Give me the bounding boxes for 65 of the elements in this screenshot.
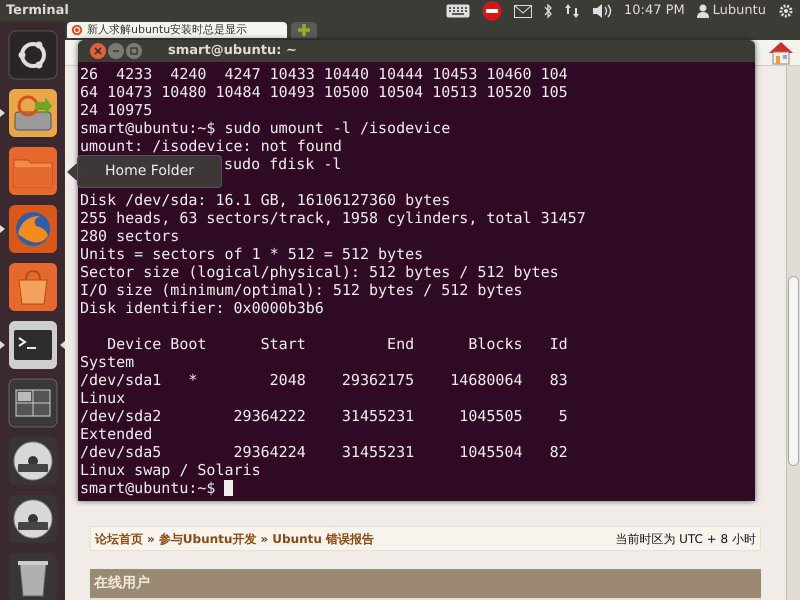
terminal-line: 26 4233 4240 4247 10433 10440 10444 10453 10460 104 xyxy=(80,65,568,83)
terminal-line: /dev/sda1 * 2048 29362175 14680064 83 xyxy=(80,371,568,389)
terminal-line: sudo fdisk -l xyxy=(224,155,342,173)
terminal-line: Disk /dev/sda: 16.1 GB, 16106127360 bytes xyxy=(80,191,450,209)
shopping-bag-icon[interactable] xyxy=(8,262,58,312)
tooltip-pointer-icon xyxy=(66,162,77,180)
keyboard-icon[interactable] xyxy=(446,4,470,18)
terminal-line: Device Boot Start End Blocks Id xyxy=(106,335,568,353)
breadcrumb-separator: » xyxy=(260,530,268,548)
terminal-line: umount: /isodevice: not found xyxy=(80,137,342,155)
envelope-icon[interactable] xyxy=(514,4,532,18)
breadcrumb-separator: » xyxy=(147,530,155,548)
terminal-line: 280 sectors xyxy=(80,227,180,245)
terminal-line: /dev/sda2 29364222 31455231 1045505 5 xyxy=(80,407,568,425)
no-entry-icon[interactable] xyxy=(482,1,502,21)
section-header: 在线用户 xyxy=(90,569,761,598)
terminal-line: 64 10473 10480 10484 10493 10500 10504 10513 10520 105 xyxy=(80,83,568,101)
timezone-text: 当前时区为 UTC + 8 小时 xyxy=(615,530,756,548)
ubuntu-logo-icon xyxy=(71,24,83,36)
terminal-line: smart@ubuntu:~$ sudo umount -l /isodevice xyxy=(80,119,450,137)
home-icon[interactable] xyxy=(768,40,794,64)
ubuntu-logo-icon[interactable] xyxy=(8,30,58,80)
volume-icon[interactable] xyxy=(592,3,612,19)
terminal-line: 255 heads, 63 sectors/track, 1958 cylinders, total 31457 xyxy=(80,209,586,227)
globe-fox-icon[interactable] xyxy=(8,204,58,254)
terminal-line: smart@ubuntu:~$ xyxy=(80,479,216,497)
maximize-icon xyxy=(130,47,138,55)
folder-icon[interactable] xyxy=(8,146,58,196)
minimize-button[interactable] xyxy=(108,43,124,59)
text-cursor xyxy=(224,480,234,496)
terminal-line: Sector size (logical/physical): 512 bytes / 512 bytes xyxy=(80,263,559,281)
scroll-thumb[interactable] xyxy=(788,276,799,466)
terminal-line: Extended xyxy=(80,425,152,443)
user-icon[interactable] xyxy=(696,4,709,18)
user-name[interactable]: Lubuntu xyxy=(712,1,766,21)
maximize-button[interactable] xyxy=(126,43,142,59)
breadcrumb-link[interactable]: 参与Ubuntu开发 xyxy=(158,530,256,548)
close-icon xyxy=(94,47,102,55)
terminal-icon[interactable] xyxy=(8,320,58,370)
terminal-line: I/O size (minimum/optimal): 512 bytes / 512 bytes xyxy=(80,281,523,299)
terminal-line: Linux xyxy=(80,389,126,407)
breadcrumb-link[interactable]: Ubuntu 错误报告 xyxy=(272,530,374,548)
trash-icon[interactable] xyxy=(8,552,58,600)
scrollbar[interactable] xyxy=(786,66,800,600)
terminal-line: /dev/sda5 29364224 31455231 1045504 82 xyxy=(80,443,568,461)
workspaces-icon[interactable] xyxy=(8,378,58,428)
app-title: Terminal xyxy=(6,2,69,20)
close-button[interactable] xyxy=(90,43,106,59)
terminal-line: System xyxy=(80,353,134,371)
breadcrumb-link[interactable]: 论坛首页 xyxy=(95,530,143,548)
window-title: smart@ubuntu: ~ xyxy=(168,42,297,60)
bluetooth-icon[interactable] xyxy=(544,3,552,19)
terminal-line: Linux swap / Solaris xyxy=(80,461,261,479)
network-arrows-icon[interactable] xyxy=(564,3,580,19)
terminal-line: Disk identifier: 0x0000b3b6 xyxy=(80,299,324,317)
browser-tab[interactable]: 新人求解ubuntu安装时总是显示 xyxy=(67,22,287,38)
power-gear-icon[interactable] xyxy=(778,3,794,19)
terminal-line: 24 10975 xyxy=(80,101,152,119)
tab-title: 新人求解ubuntu安装时总是显示 xyxy=(87,23,248,37)
clock[interactable]: 10:47 PM xyxy=(624,1,685,21)
hard-drive-icon[interactable] xyxy=(8,88,58,138)
new-tab-button[interactable] xyxy=(291,22,317,38)
plus-icon xyxy=(298,24,310,36)
minimize-icon xyxy=(112,47,120,55)
terminal-line: Units = sectors of 1 * 512 = 512 bytes xyxy=(80,245,424,263)
